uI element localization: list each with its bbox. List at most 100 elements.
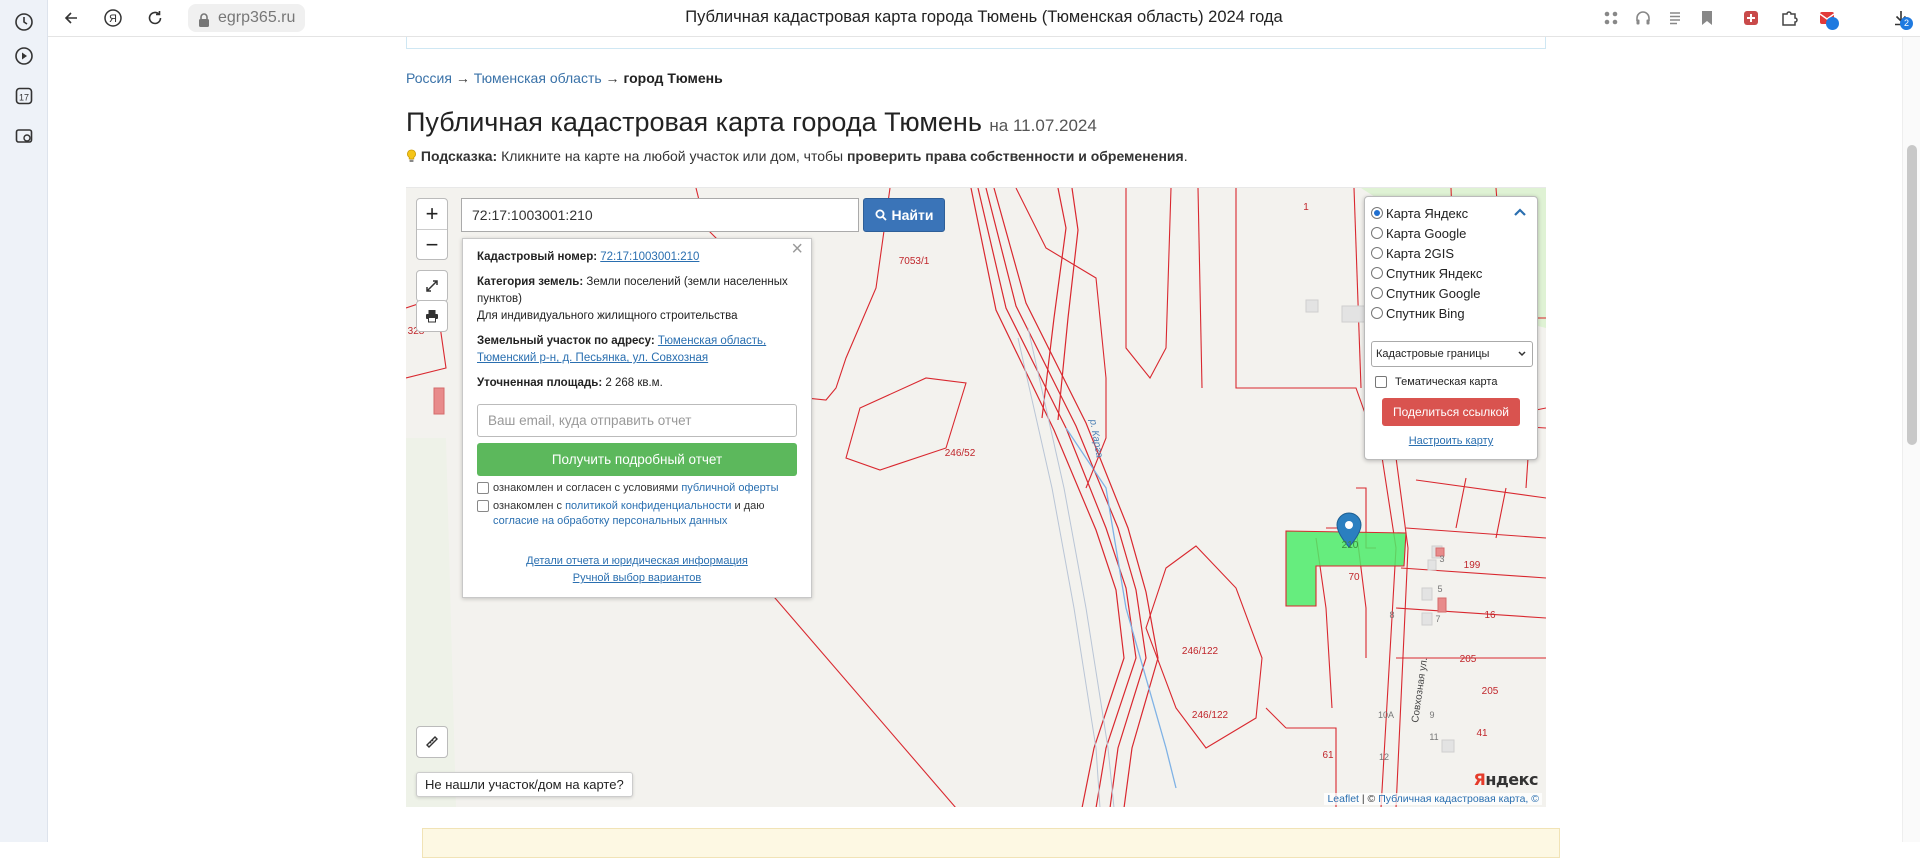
history-icon[interactable] bbox=[12, 10, 36, 34]
email-input[interactable]: Ваш email, куда отправить отчет bbox=[477, 404, 797, 437]
print-icon bbox=[426, 310, 438, 323]
chevron-up-icon[interactable] bbox=[1513, 205, 1527, 220]
area-value: 2 268 bbox=[605, 377, 635, 389]
layer-label: Спутник Google bbox=[1386, 285, 1481, 301]
layer-radio[interactable] bbox=[1371, 267, 1383, 279]
offer-link[interactable]: публичной оферты bbox=[681, 482, 778, 494]
overlay-select-value: Кадастровые границы bbox=[1376, 348, 1490, 360]
offer-checkbox[interactable] bbox=[477, 482, 489, 494]
breadcrumb-separator: → bbox=[605, 70, 620, 86]
layer-option[interactable]: Спутник Google bbox=[1371, 283, 1531, 303]
cad-number-label: Кадастровый номер: bbox=[477, 251, 598, 263]
house-number: 11 bbox=[1429, 732, 1438, 742]
address-bar[interactable]: egrp365.ru bbox=[188, 4, 306, 32]
breadcrumb-separator: → bbox=[455, 70, 470, 86]
parcel-label: 41 bbox=[1476, 728, 1488, 739]
url-text: egrp365.ru bbox=[218, 9, 296, 26]
scrollbar-thumb[interactable] bbox=[1907, 145, 1917, 445]
parcel-label: 246/52 bbox=[945, 448, 976, 459]
layer-option[interactable]: Спутник Яндекс bbox=[1371, 263, 1531, 283]
page-scrollbar[interactable] bbox=[1902, 37, 1920, 842]
zoom-out-button[interactable]: − bbox=[417, 229, 447, 259]
layer-radio[interactable] bbox=[1371, 307, 1383, 319]
thematic-checkbox[interactable] bbox=[1375, 376, 1387, 388]
share-link-button[interactable]: Поделиться ссылкой bbox=[1382, 398, 1520, 426]
overlay-select[interactable]: Кадастровые границы bbox=[1371, 341, 1533, 367]
parcel-label: 199 bbox=[1464, 560, 1481, 571]
layer-option[interactable]: Спутник Bing bbox=[1371, 303, 1531, 323]
consent-link[interactable]: согласие на обработку персональных данны… bbox=[493, 515, 727, 527]
reload-icon[interactable] bbox=[142, 5, 168, 31]
house-number: 3 bbox=[1439, 554, 1444, 564]
house-number: 8 bbox=[1389, 610, 1394, 620]
cadastral-search-input[interactable]: 72:17:1003001:210 bbox=[461, 198, 859, 232]
leaflet-link[interactable]: Leaflet bbox=[1327, 793, 1359, 805]
page-title: Публичная кадастровая карта города Тюмен… bbox=[406, 107, 1097, 138]
yandex-icon[interactable]: Я bbox=[100, 5, 126, 31]
breadcrumb: Россия → Тюменская область → город Тюмен… bbox=[406, 70, 723, 86]
ruler-icon bbox=[426, 736, 438, 748]
close-icon[interactable]: × bbox=[791, 239, 803, 259]
layer-option[interactable]: Карта 2GIS bbox=[1371, 243, 1531, 263]
manual-select-link[interactable]: Ручной выбор вариантов bbox=[573, 572, 701, 584]
setup-map-link[interactable]: Настроить карту bbox=[1371, 435, 1531, 447]
breadcrumb-region[interactable]: Тюменская область bbox=[474, 70, 602, 86]
find-button-label: Найти bbox=[891, 207, 934, 223]
extension-icon[interactable] bbox=[1738, 5, 1764, 31]
find-button[interactable]: Найти bbox=[863, 198, 945, 232]
get-report-button[interactable]: Получить подробный отчет bbox=[477, 443, 797, 476]
area-label: Уточненная площадь: bbox=[477, 377, 603, 389]
hint-text: Кликните на карте на любой участок или д… bbox=[497, 148, 847, 164]
print-button[interactable] bbox=[416, 300, 448, 332]
next-block bbox=[422, 828, 1560, 858]
privacy-checkbox[interactable] bbox=[477, 500, 489, 512]
cadastral-map[interactable]: 1 7053/1 328 246/52 210 70 85 199 16 205… bbox=[406, 187, 1546, 807]
breadcrumb-current: город Тюмень bbox=[623, 70, 723, 86]
yandex-logo-first: Я bbox=[1473, 770, 1486, 789]
layer-label: Карта Google bbox=[1386, 225, 1467, 241]
layer-label: Спутник Яндекс bbox=[1386, 265, 1483, 281]
layer-radio[interactable] bbox=[1371, 207, 1383, 219]
parcel-label: 1 bbox=[1303, 202, 1309, 213]
screenshot-icon[interactable] bbox=[12, 124, 36, 148]
fullscreen-icon bbox=[426, 280, 438, 292]
headphones-icon[interactable] bbox=[1630, 5, 1656, 31]
layer-switcher: Карта Яндекс Карта Google Карта 2GIS Спу… bbox=[1364, 196, 1538, 460]
thematic-map-toggle[interactable]: Тематическая карта bbox=[1371, 376, 1531, 388]
not-found-button[interactable]: Не нашли участок/дом на карте? bbox=[416, 772, 633, 797]
back-button[interactable] bbox=[58, 5, 84, 31]
layer-label: Карта Яндекс bbox=[1386, 205, 1469, 221]
land-use-value: Для индивидуального жилищного строительс… bbox=[477, 310, 738, 322]
layer-option[interactable]: Карта Яндекс bbox=[1371, 203, 1531, 223]
calendar-badge: 17 bbox=[19, 93, 29, 103]
ruler-button[interactable] bbox=[416, 726, 448, 758]
details-link[interactable]: Детали отчета и юридическая информация bbox=[526, 555, 748, 567]
reader-icon[interactable] bbox=[1662, 5, 1688, 31]
layer-option[interactable]: Карта Google bbox=[1371, 223, 1531, 243]
pkk-link[interactable]: Публичная кадастровая карта, © bbox=[1378, 793, 1539, 805]
zoom-in-button[interactable]: + bbox=[417, 199, 447, 229]
cad-number-link[interactable]: 72:17:1003001:210 bbox=[600, 251, 699, 263]
parcel-label: 61 bbox=[1322, 750, 1334, 761]
puzzle-icon[interactable] bbox=[1776, 5, 1802, 31]
layer-radio[interactable] bbox=[1371, 287, 1383, 299]
play-icon[interactable] bbox=[12, 44, 36, 68]
house-number: 5 bbox=[1437, 584, 1442, 594]
calendar-icon[interactable]: 17 bbox=[12, 84, 36, 108]
house-number: 7 bbox=[1435, 614, 1440, 624]
layer-radio[interactable] bbox=[1371, 227, 1383, 239]
address-label: Земельный участок по адресу: bbox=[477, 335, 655, 347]
apps-icon[interactable] bbox=[1598, 5, 1624, 31]
chevron-down-icon bbox=[1517, 342, 1527, 375]
breadcrumb-russia[interactable]: Россия bbox=[406, 70, 452, 86]
yandex-logo-rest: ндекс bbox=[1485, 770, 1538, 789]
previous-block bbox=[406, 37, 1546, 49]
privacy-mid: и даю bbox=[731, 500, 765, 512]
map-attribution: Leaflet | © Публичная кадастровая карта,… bbox=[1324, 793, 1542, 805]
privacy-link[interactable]: политикой конфиденциальности bbox=[565, 500, 731, 512]
layer-radio[interactable] bbox=[1371, 247, 1383, 259]
bookmark-icon[interactable] bbox=[1694, 5, 1720, 31]
offer-text: ознакомлен и согласен с условиями bbox=[493, 482, 682, 494]
fullscreen-button[interactable] bbox=[416, 270, 448, 302]
parcel-label: 7053/1 bbox=[899, 256, 930, 267]
